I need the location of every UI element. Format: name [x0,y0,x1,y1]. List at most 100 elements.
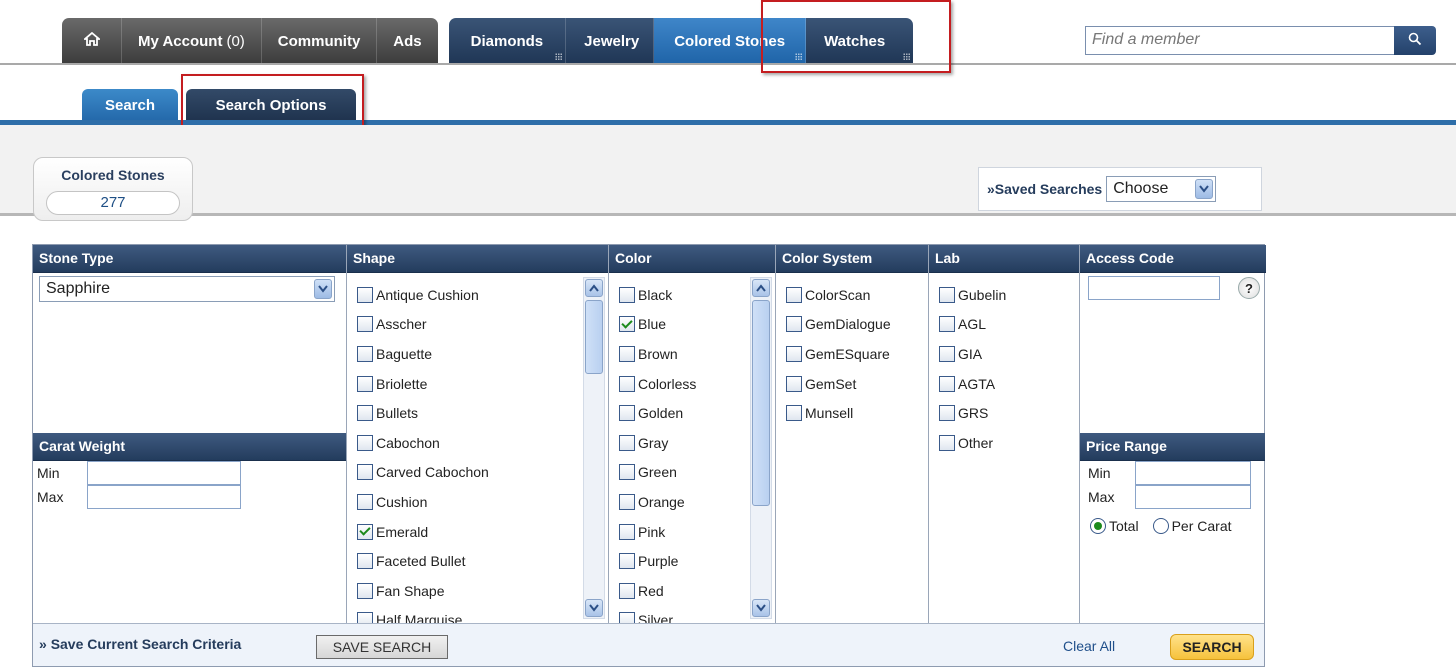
list-item[interactable]: Golden [609,398,747,428]
list-item[interactable]: Cabochon [347,428,580,458]
checkbox[interactable] [357,375,373,392]
list-item[interactable]: Silver [609,606,747,623]
checkbox[interactable] [619,316,635,333]
help-icon[interactable]: ? [1238,277,1260,299]
list-item[interactable]: Green [609,458,747,488]
list-item[interactable]: Pink [609,517,747,547]
checkbox[interactable] [357,553,373,570]
checkbox[interactable] [619,493,635,510]
list-item[interactable]: Red [609,576,747,606]
list-item[interactable]: AGL [929,310,1079,340]
radio-per-carat[interactable] [1152,518,1169,534]
member-search-input[interactable]: Find a member [1085,26,1395,55]
list-item[interactable]: Half Marquise [347,606,580,623]
checkbox[interactable] [619,523,635,540]
checkbox[interactable] [619,286,635,303]
scroll-thumb[interactable] [585,300,603,374]
tab-colored-stones[interactable]: Colored Stones [654,18,807,64]
checkbox[interactable] [357,286,373,303]
checkbox[interactable] [357,612,373,623]
list-item[interactable]: Black [609,280,747,310]
tab-my-account[interactable]: My Account (0) [122,18,262,64]
chevron-down-icon[interactable] [585,599,603,617]
list-item[interactable]: Gubelin [929,280,1079,310]
checkbox[interactable] [619,405,635,422]
checkbox[interactable] [357,345,373,362]
checkbox[interactable] [357,405,373,422]
save-search-button[interactable]: SAVE SEARCH [316,635,448,659]
chevron-up-icon[interactable] [752,279,770,297]
list-item[interactable]: Fan Shape [347,576,580,606]
list-item[interactable]: GIA [929,339,1079,369]
checkbox[interactable] [357,523,373,540]
checkbox[interactable] [357,464,373,481]
checkbox[interactable] [619,582,635,599]
checkbox[interactable] [786,286,802,303]
tab-search[interactable]: Search [82,89,178,122]
list-item[interactable]: Carved Cabochon [347,458,580,488]
checkbox[interactable] [357,316,373,333]
stone-type-select[interactable]: Sapphire [39,276,335,302]
checkbox[interactable] [619,464,635,481]
list-item[interactable]: Colorless [609,369,747,399]
result-count-value[interactable]: 277 [46,191,180,215]
checkbox[interactable] [786,405,802,422]
list-item[interactable]: Briolette [347,369,580,399]
clear-all-link[interactable]: Clear All [1063,638,1115,654]
carat-max-input[interactable] [87,485,241,509]
list-item[interactable]: Cushion [347,487,580,517]
checkbox[interactable] [939,405,955,422]
tab-search-options[interactable]: Search Options [186,89,356,122]
checkbox[interactable] [619,612,635,623]
checkbox[interactable] [619,345,635,362]
list-item[interactable]: GemDialogue [776,310,928,340]
tab-watches[interactable]: Watches [806,18,913,64]
list-item[interactable]: Gray [609,428,747,458]
checkbox[interactable] [939,375,955,392]
chevron-up-icon[interactable] [585,279,603,297]
checkbox[interactable] [786,345,802,362]
checkbox[interactable] [939,286,955,303]
list-item[interactable]: GemSet [776,369,928,399]
tab-community[interactable]: Community [262,18,378,64]
tab-diamonds[interactable]: Diamonds [449,18,567,64]
tab-ads[interactable]: Ads [377,18,437,64]
list-item[interactable]: GemESquare [776,339,928,369]
checkbox[interactable] [357,434,373,451]
checkbox[interactable] [939,434,955,451]
shape-scrollbar[interactable] [583,277,605,619]
list-item[interactable]: Asscher [347,310,580,340]
list-item[interactable]: Faceted Bullet [347,546,580,576]
list-item[interactable]: Munsell [776,398,928,428]
checkbox[interactable] [357,493,373,510]
checkbox[interactable] [786,375,802,392]
member-search-button[interactable] [1394,26,1436,55]
carat-min-input[interactable] [87,461,241,485]
checkbox[interactable] [939,316,955,333]
access-code-input[interactable] [1088,276,1220,300]
list-item[interactable]: Orange [609,487,747,517]
list-item[interactable]: Purple [609,546,747,576]
list-item[interactable]: ColorScan [776,280,928,310]
tab-jewelry[interactable]: Jewelry [566,18,655,64]
list-item[interactable]: GRS [929,398,1079,428]
price-max-input[interactable] [1135,485,1251,509]
radio-total[interactable] [1090,518,1106,534]
color-scrollbar[interactable] [750,277,772,619]
checkbox[interactable] [786,316,802,333]
list-item[interactable]: Brown [609,339,747,369]
checkbox[interactable] [619,375,635,392]
list-item[interactable]: AGTA [929,369,1079,399]
list-item[interactable]: Other [929,428,1079,458]
chevron-down-icon[interactable] [752,599,770,617]
checkbox[interactable] [619,553,635,570]
chevron-down-icon[interactable] [1195,179,1214,199]
checkbox[interactable] [357,582,373,599]
list-item[interactable]: Blue [609,310,747,340]
list-item[interactable]: Bullets [347,398,580,428]
home-tab[interactable] [62,18,122,64]
price-min-input[interactable] [1135,461,1251,485]
list-item[interactable]: Antique Cushion [347,280,580,310]
scroll-thumb[interactable] [752,300,770,506]
checkbox[interactable] [619,434,635,451]
